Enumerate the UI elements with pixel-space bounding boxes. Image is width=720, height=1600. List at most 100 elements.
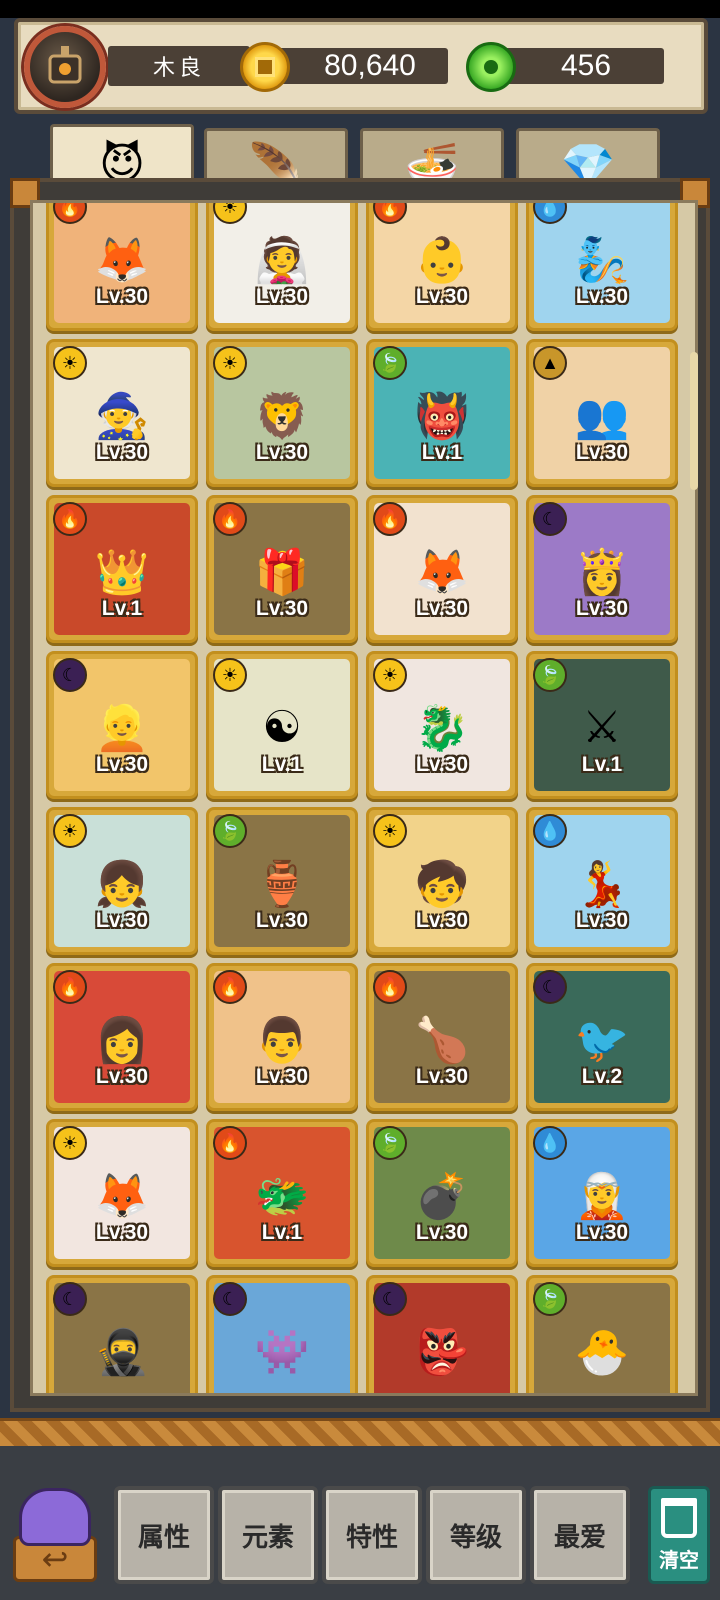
hero-level: Lv.30: [255, 597, 309, 620]
hero-card[interactable]: ⚔ Lv.1 🍃: [526, 651, 678, 799]
hero-level: Lv.30: [415, 909, 469, 932]
hero-level: Lv.30: [95, 1221, 149, 1244]
hero-icon: 👾: [254, 1327, 310, 1377]
light-element-icon: ☀: [373, 658, 407, 692]
light-element-icon: ☀: [53, 814, 87, 848]
hero-card[interactable]: 👧 Lv.30 ☀: [46, 807, 198, 955]
hero-level: Lv.30: [95, 1065, 149, 1088]
fire-element-icon: 🔥: [213, 970, 247, 1004]
filter-element-button[interactable]: 元素: [218, 1486, 318, 1584]
fire-element-icon: 🔥: [53, 970, 87, 1004]
hero-icon: 🥷: [94, 1327, 150, 1377]
status-bar: [0, 0, 720, 18]
back-button[interactable]: ↩: [10, 1486, 100, 1582]
clear-button[interactable]: 清空: [648, 1486, 710, 1584]
fire-element-icon: 🔥: [53, 502, 87, 536]
hero-card[interactable]: 👨 Lv.30 🔥: [206, 963, 358, 1111]
hero-card[interactable]: 👹 Lv.1 🍃: [366, 339, 518, 487]
gold-amount: 80,640: [264, 48, 448, 84]
hero-level: Lv.1: [581, 753, 623, 776]
monster-icon: [19, 1488, 91, 1546]
hero-card[interactable]: 🦁 Lv.30 ☀: [206, 339, 358, 487]
hero-card[interactable]: 👰 Lv.30 ☀: [206, 203, 358, 331]
hero-card[interactable]: 👩 Lv.30 🔥: [46, 963, 198, 1111]
player-header: 木良 80,640 456: [14, 18, 708, 114]
dark-element-icon: ☾: [53, 658, 87, 692]
light-element-icon: ☀: [373, 814, 407, 848]
hero-card[interactable]: 🧞 Lv.30 💧: [526, 203, 678, 331]
hero-level: Lv.30: [415, 597, 469, 620]
nature-element-icon: 🍃: [373, 1126, 407, 1160]
hero-card[interactable]: 🍗 Lv.30 🔥: [366, 963, 518, 1111]
fire-element-icon: 🔥: [373, 970, 407, 1004]
hero-level: Lv.30: [255, 285, 309, 308]
hero-card[interactable]: 🎁 Lv.30 🔥: [206, 495, 358, 643]
hero-card[interactable]: 💃 Lv.30 💧: [526, 807, 678, 955]
hero-level: Lv.30: [575, 909, 629, 932]
hero-card[interactable]: 🧒 Lv.30 ☀: [366, 807, 518, 955]
hero-level: Lv.30: [95, 285, 149, 308]
hero-level: Lv.30: [95, 753, 149, 776]
hero-icon: 👺: [414, 1327, 470, 1377]
hero-level: Lv.30: [415, 285, 469, 308]
hero-card[interactable]: 🦊 Lv.30 🔥: [46, 203, 198, 331]
water-element-icon: 💧: [533, 814, 567, 848]
hero-level: Lv.1: [101, 597, 143, 620]
hero-level: Lv.30: [415, 753, 469, 776]
hero-level: Lv.30: [575, 441, 629, 464]
light-element-icon: ☀: [213, 658, 247, 692]
filter-favorite-button[interactable]: 最爱: [530, 1486, 630, 1584]
hero-level: Lv.30: [255, 1065, 309, 1088]
player-avatar[interactable]: [24, 26, 106, 108]
hero-level: Lv.30: [255, 441, 309, 464]
fire-element-icon: 🔥: [213, 1126, 247, 1160]
dark-element-icon: ☾: [213, 1282, 247, 1316]
hero-card[interactable]: 🧙 Lv.30 ☀: [46, 339, 198, 487]
hero-level: Lv.30: [575, 597, 629, 620]
hero-grid-container[interactable]: 🦊 Lv.30 🔥 👰 Lv.30 ☀ 👶 Lv.30 🔥 🧞 Lv.30 💧 🧙 Lv.30 ☀ 🦁 Lv.3…: [30, 200, 698, 1396]
hero-level: Lv.30: [255, 909, 309, 932]
scrollbar-thumb[interactable]: [690, 352, 698, 490]
hero-level: Lv.30: [415, 1221, 469, 1244]
filter-attribute-button[interactable]: 属性: [114, 1486, 214, 1584]
clear-label: 清空: [659, 1550, 699, 1572]
hero-level: Lv.30: [95, 441, 149, 464]
hero-card[interactable]: 👶 Lv.30 🔥: [366, 203, 518, 331]
hero-card[interactable]: ☯ Lv.1 ☀: [206, 651, 358, 799]
hero-card[interactable]: 👾 ☾: [206, 1275, 358, 1393]
dark-element-icon: ☾: [373, 1282, 407, 1316]
hero-icon: 🐣: [574, 1327, 630, 1377]
hero-card[interactable]: 🐣 🍃: [526, 1275, 678, 1393]
nature-element-icon: 🍃: [213, 814, 247, 848]
nature-element-icon: 🍃: [533, 1282, 567, 1316]
hero-level: Lv.30: [575, 1221, 629, 1244]
hero-card[interactable]: 🥷 ☾: [46, 1275, 198, 1393]
filter-trait-button[interactable]: 特性: [322, 1486, 422, 1584]
gold-coin-icon: [240, 42, 290, 92]
hero-card[interactable]: 🐉 Lv.30 ☀: [366, 651, 518, 799]
hero-card[interactable]: 🏺 Lv.30 🍃: [206, 807, 358, 955]
gem-icon: [466, 42, 516, 92]
filter-level-button[interactable]: 等级: [426, 1486, 526, 1584]
hero-card[interactable]: 👱 Lv.30 ☾: [46, 651, 198, 799]
light-element-icon: ☀: [213, 346, 247, 380]
hero-card[interactable]: 🦊 Lv.30 ☀: [46, 1119, 198, 1267]
earth-element-icon: ▲: [533, 346, 567, 380]
robot-icon: [48, 46, 82, 84]
player-name: 木良: [108, 46, 250, 86]
fire-element-icon: 🔥: [373, 502, 407, 536]
hero-card[interactable]: 👥 Lv.30 ▲: [526, 339, 678, 487]
hero-card[interactable]: 👺 ☾: [366, 1275, 518, 1393]
hero-card[interactable]: 🐦 Lv.2 ☾: [526, 963, 678, 1111]
hero-card[interactable]: 💣 Lv.30 🍃: [366, 1119, 518, 1267]
hero-level: Lv.2: [581, 1065, 623, 1088]
hero-card[interactable]: 👸 Lv.30 ☾: [526, 495, 678, 643]
hero-level: Lv.1: [261, 753, 303, 776]
hero-card[interactable]: 👑 Lv.1 🔥: [46, 495, 198, 643]
hero-card[interactable]: 🧝 Lv.30 💧: [526, 1119, 678, 1267]
collection-panel: 🦊 Lv.30 🔥 👰 Lv.30 ☀ 👶 Lv.30 🔥 🧞 Lv.30 💧 🧙 Lv.30 ☀ 🦁 Lv.3…: [10, 178, 710, 1412]
hero-level: Lv.30: [575, 285, 629, 308]
light-element-icon: ☀: [53, 1126, 87, 1160]
hero-card[interactable]: 🐲 Lv.1 🔥: [206, 1119, 358, 1267]
hero-card[interactable]: 🦊 Lv.30 🔥: [366, 495, 518, 643]
